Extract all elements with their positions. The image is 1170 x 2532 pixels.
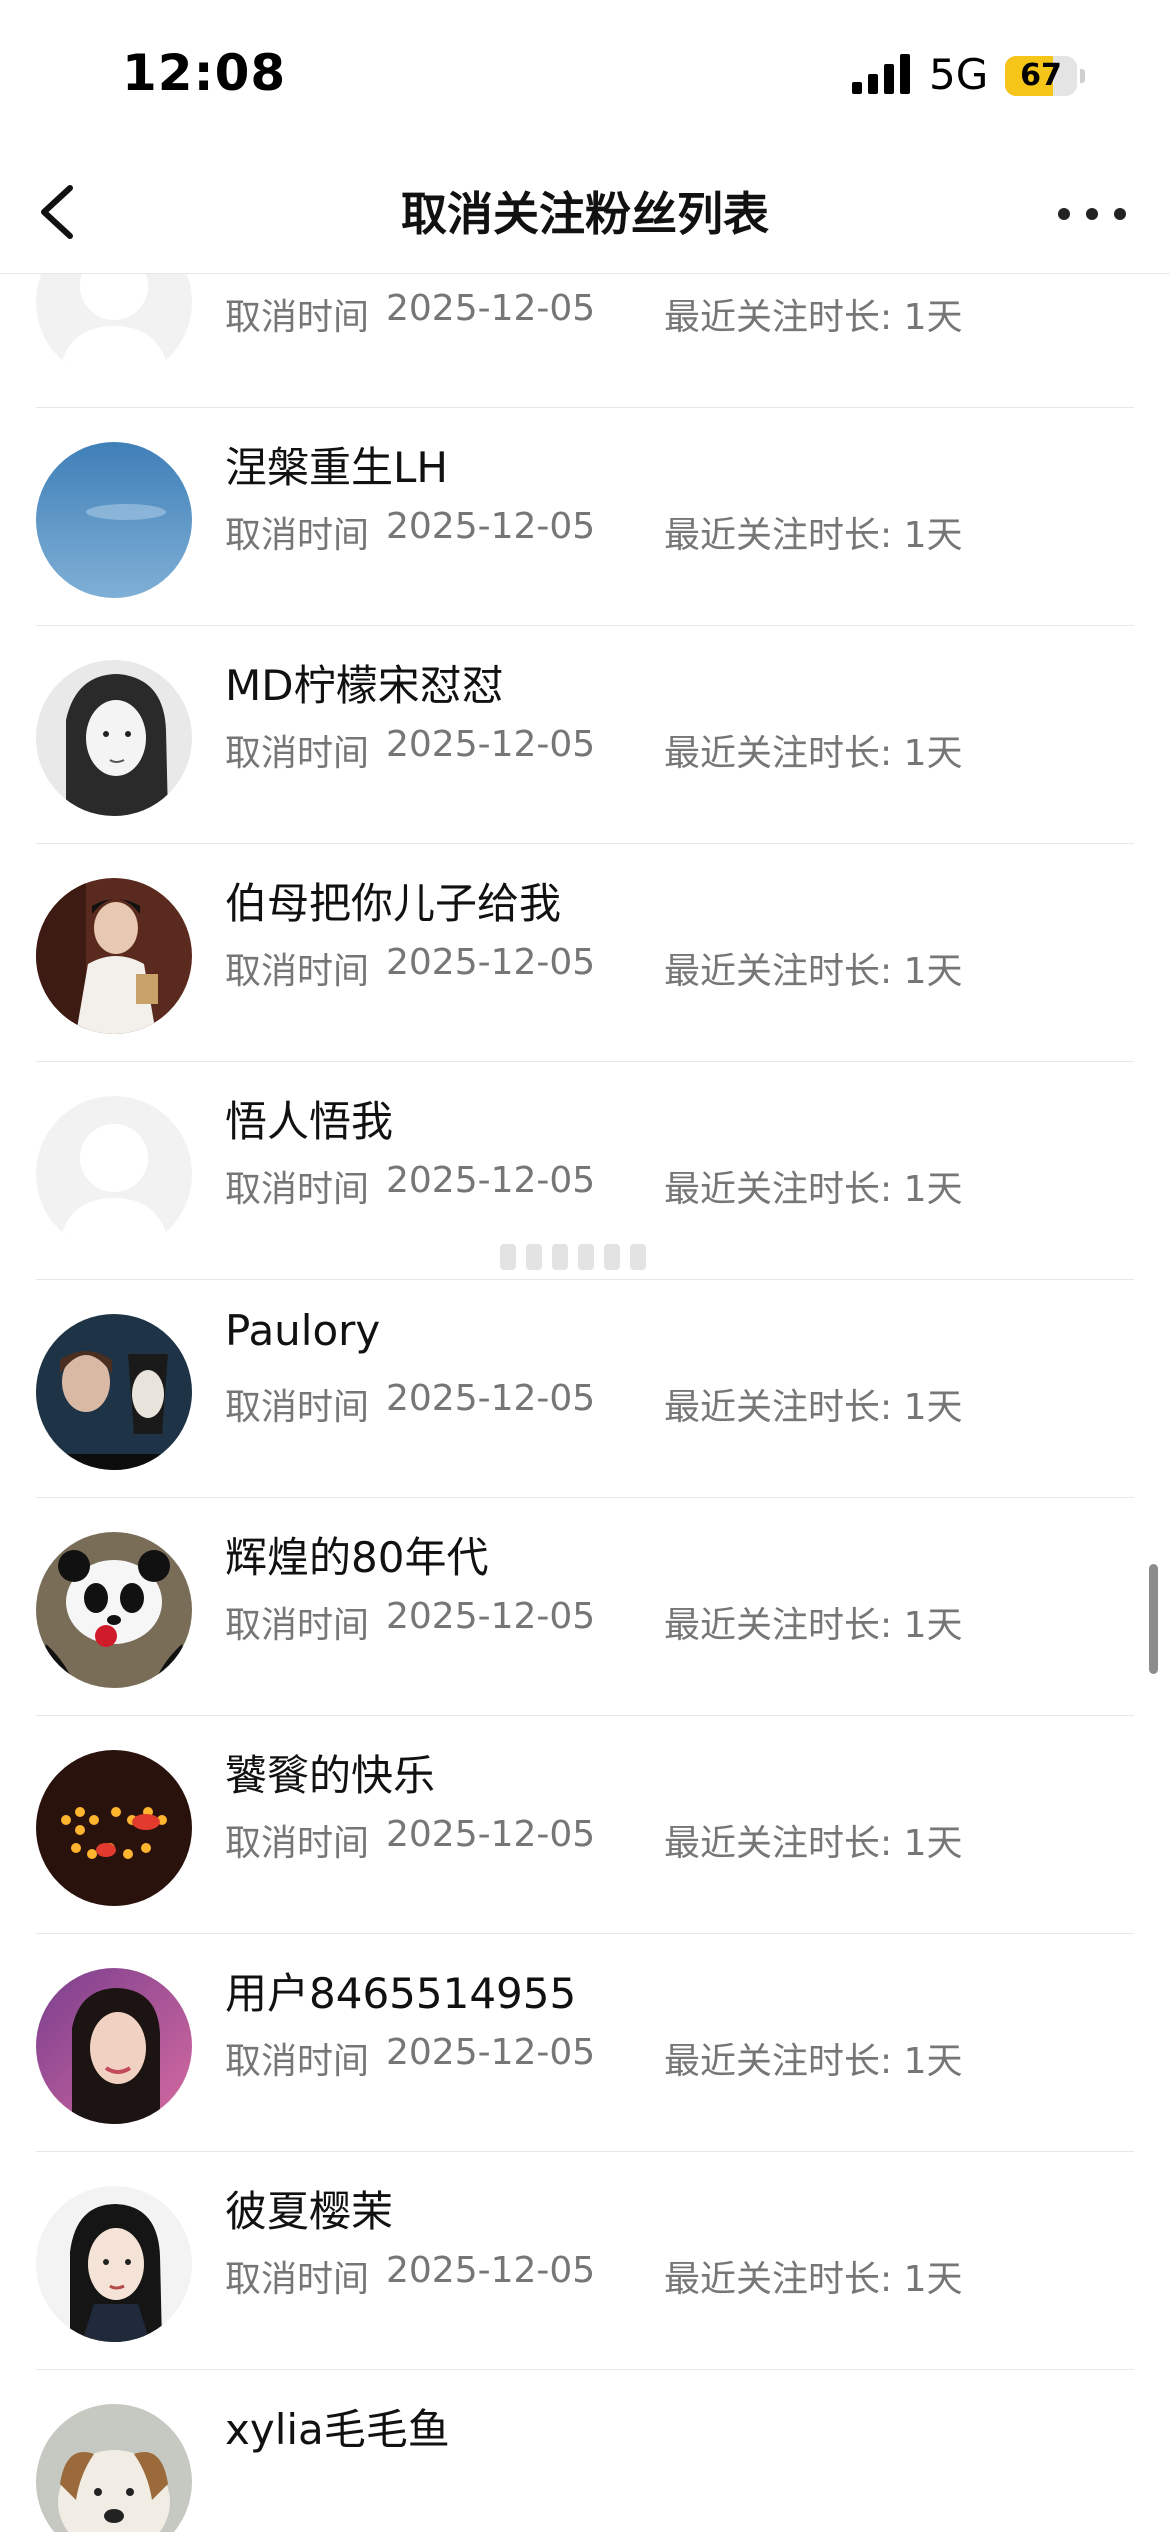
sketch-girl-avatar[interactable] <box>36 660 192 816</box>
portrait-avatar[interactable] <box>36 1968 192 2124</box>
follow-duration: 最近关注时长: 1天 <box>664 515 963 556</box>
cancel-time-label: 取消时间 <box>225 1387 370 1428</box>
cancel-time-label: 取消时间 <box>225 2259 370 2300</box>
user-name[interactable]: 悟人悟我 <box>225 1088 393 1149</box>
list-item[interactable]: xylia毛毛鱼 <box>0 2370 1170 2532</box>
overlay-artifact <box>490 1238 680 1274</box>
default-avatar[interactable] <box>36 274 192 380</box>
follow-duration: 最近关注时长: 1天 <box>664 733 963 774</box>
cancel-time-label: 取消时间 <box>225 297 370 338</box>
cancel-time-label: 取消时间 <box>225 951 370 992</box>
more-icon[interactable] <box>1052 184 1132 240</box>
user-name[interactable]: 彼夏樱茉 <box>225 2178 393 2239</box>
page-title: 取消关注粉丝列表 <box>401 187 769 241</box>
unfollowed-fans-list: 用户8221971959取消时间2025-12-05最近关注时长: 1天涅槃重生… <box>0 274 1170 2532</box>
list-item[interactable]: 饕餮的快乐取消时间 2025-12-05 最近关注时长: 1天 <box>0 1716 1170 1934</box>
list-item[interactable]: 伯母把你儿子给我取消时间 2025-12-05 最近关注时长: 1天 <box>0 844 1170 1062</box>
illustrated-girl-avatar[interactable] <box>36 2186 192 2342</box>
cancel-date: 2025-12-05 <box>386 2250 596 2291</box>
battery-percent: 67 <box>1020 58 1062 93</box>
user-name[interactable]: 饕餮的快乐 <box>225 1742 435 1803</box>
cancel-date: 2025-12-05 <box>386 1596 596 1637</box>
status-bar: 12:08 5G 67 <box>0 0 1170 150</box>
cancel-date: 2025-12-05 <box>386 288 596 329</box>
status-time: 12:08 <box>122 44 287 102</box>
cancel-date: 2025-12-05 <box>386 1814 596 1855</box>
cancel-time-label: 取消时间 <box>225 515 370 556</box>
list-item[interactable]: 用户8221971959 取消时间 2025-12-05 最近关注时长: 1天 <box>0 274 1170 408</box>
candles-avatar[interactable] <box>36 1750 192 1906</box>
follow-duration: 最近关注时长: 1天 <box>664 2259 963 2300</box>
costume-portrait-avatar[interactable] <box>36 878 192 1034</box>
follow-duration: 最近关注时长: 1天 <box>664 1169 963 1210</box>
list-item[interactable]: MD柠檬宋怼怼取消时间 2025-12-05 最近关注时长: 1天 <box>0 626 1170 844</box>
cancel-date: 2025-12-05 <box>386 1160 596 1201</box>
user-name[interactable]: Paulory <box>225 1306 380 1355</box>
user-name[interactable]: 辉煌的80年代 <box>225 1524 488 1585</box>
follow-duration: 最近关注时长: 1天 <box>664 951 963 992</box>
nav-bar: 取消关注粉丝列表 <box>0 150 1170 274</box>
cancel-date: 2025-12-05 <box>386 506 596 547</box>
movie-still-avatar[interactable] <box>36 1314 192 1470</box>
user-name[interactable]: 用户8221971959 <box>225 274 576 277</box>
user-name[interactable]: 伯母把你儿子给我 <box>225 870 561 931</box>
panda-avatar[interactable] <box>36 1532 192 1688</box>
dog-avatar[interactable] <box>36 2404 192 2532</box>
cancel-time-label: 取消时间 <box>225 733 370 774</box>
cancel-date: 2025-12-05 <box>386 942 596 983</box>
cancel-time-label: 取消时间 <box>225 1169 370 1210</box>
sky-avatar[interactable] <box>36 442 192 598</box>
follow-duration: 最近关注时长: 1天 <box>664 2041 963 2082</box>
list-item[interactable]: 涅槃重生LH 取消时间 2025-12-05 最近关注时长: 1天 <box>0 408 1170 626</box>
cancel-time-label: 取消时间 <box>225 2041 370 2082</box>
follow-duration: 最近关注时长: 1天 <box>664 297 963 338</box>
user-name[interactable]: 用户8465514955 <box>225 1960 576 2021</box>
follow-duration: 最近关注时长: 1天 <box>664 1823 963 1864</box>
list-item[interactable]: 辉煌的80年代取消时间 2025-12-05 最近关注时长: 1天 <box>0 1498 1170 1716</box>
follow-duration: 最近关注时长: 1天 <box>664 1387 963 1428</box>
list-item[interactable]: 彼夏樱茉取消时间 2025-12-05 最近关注时长: 1天 <box>0 2152 1170 2370</box>
cancel-date: 2025-12-05 <box>386 2032 596 2073</box>
cancel-time-label: 取消时间 <box>225 1823 370 1864</box>
user-name[interactable]: 涅槃重生LH <box>225 434 448 495</box>
network-type: 5G <box>929 50 989 99</box>
follow-duration: 最近关注时长: 1天 <box>664 1605 963 1646</box>
user-name[interactable]: MD柠檬宋怼怼 <box>225 652 504 713</box>
cancel-date: 2025-12-05 <box>386 724 596 765</box>
back-icon[interactable] <box>30 180 90 244</box>
cancel-date: 2025-12-05 <box>386 1378 596 1419</box>
list-item[interactable]: 用户8465514955 取消时间 2025-12-05 最近关注时长: 1天 <box>0 1934 1170 2152</box>
cancel-time-label: 取消时间 <box>225 1605 370 1646</box>
list-item[interactable]: Paulory 取消时间 2025-12-05 最近关注时长: 1天 <box>0 1280 1170 1498</box>
signal-icon <box>852 54 910 94</box>
battery-icon: 67 <box>1005 56 1085 96</box>
user-name[interactable]: xylia毛毛鱼 <box>225 2396 450 2457</box>
scrollbar[interactable] <box>1149 1564 1158 1674</box>
default-avatar[interactable] <box>36 1096 192 1252</box>
